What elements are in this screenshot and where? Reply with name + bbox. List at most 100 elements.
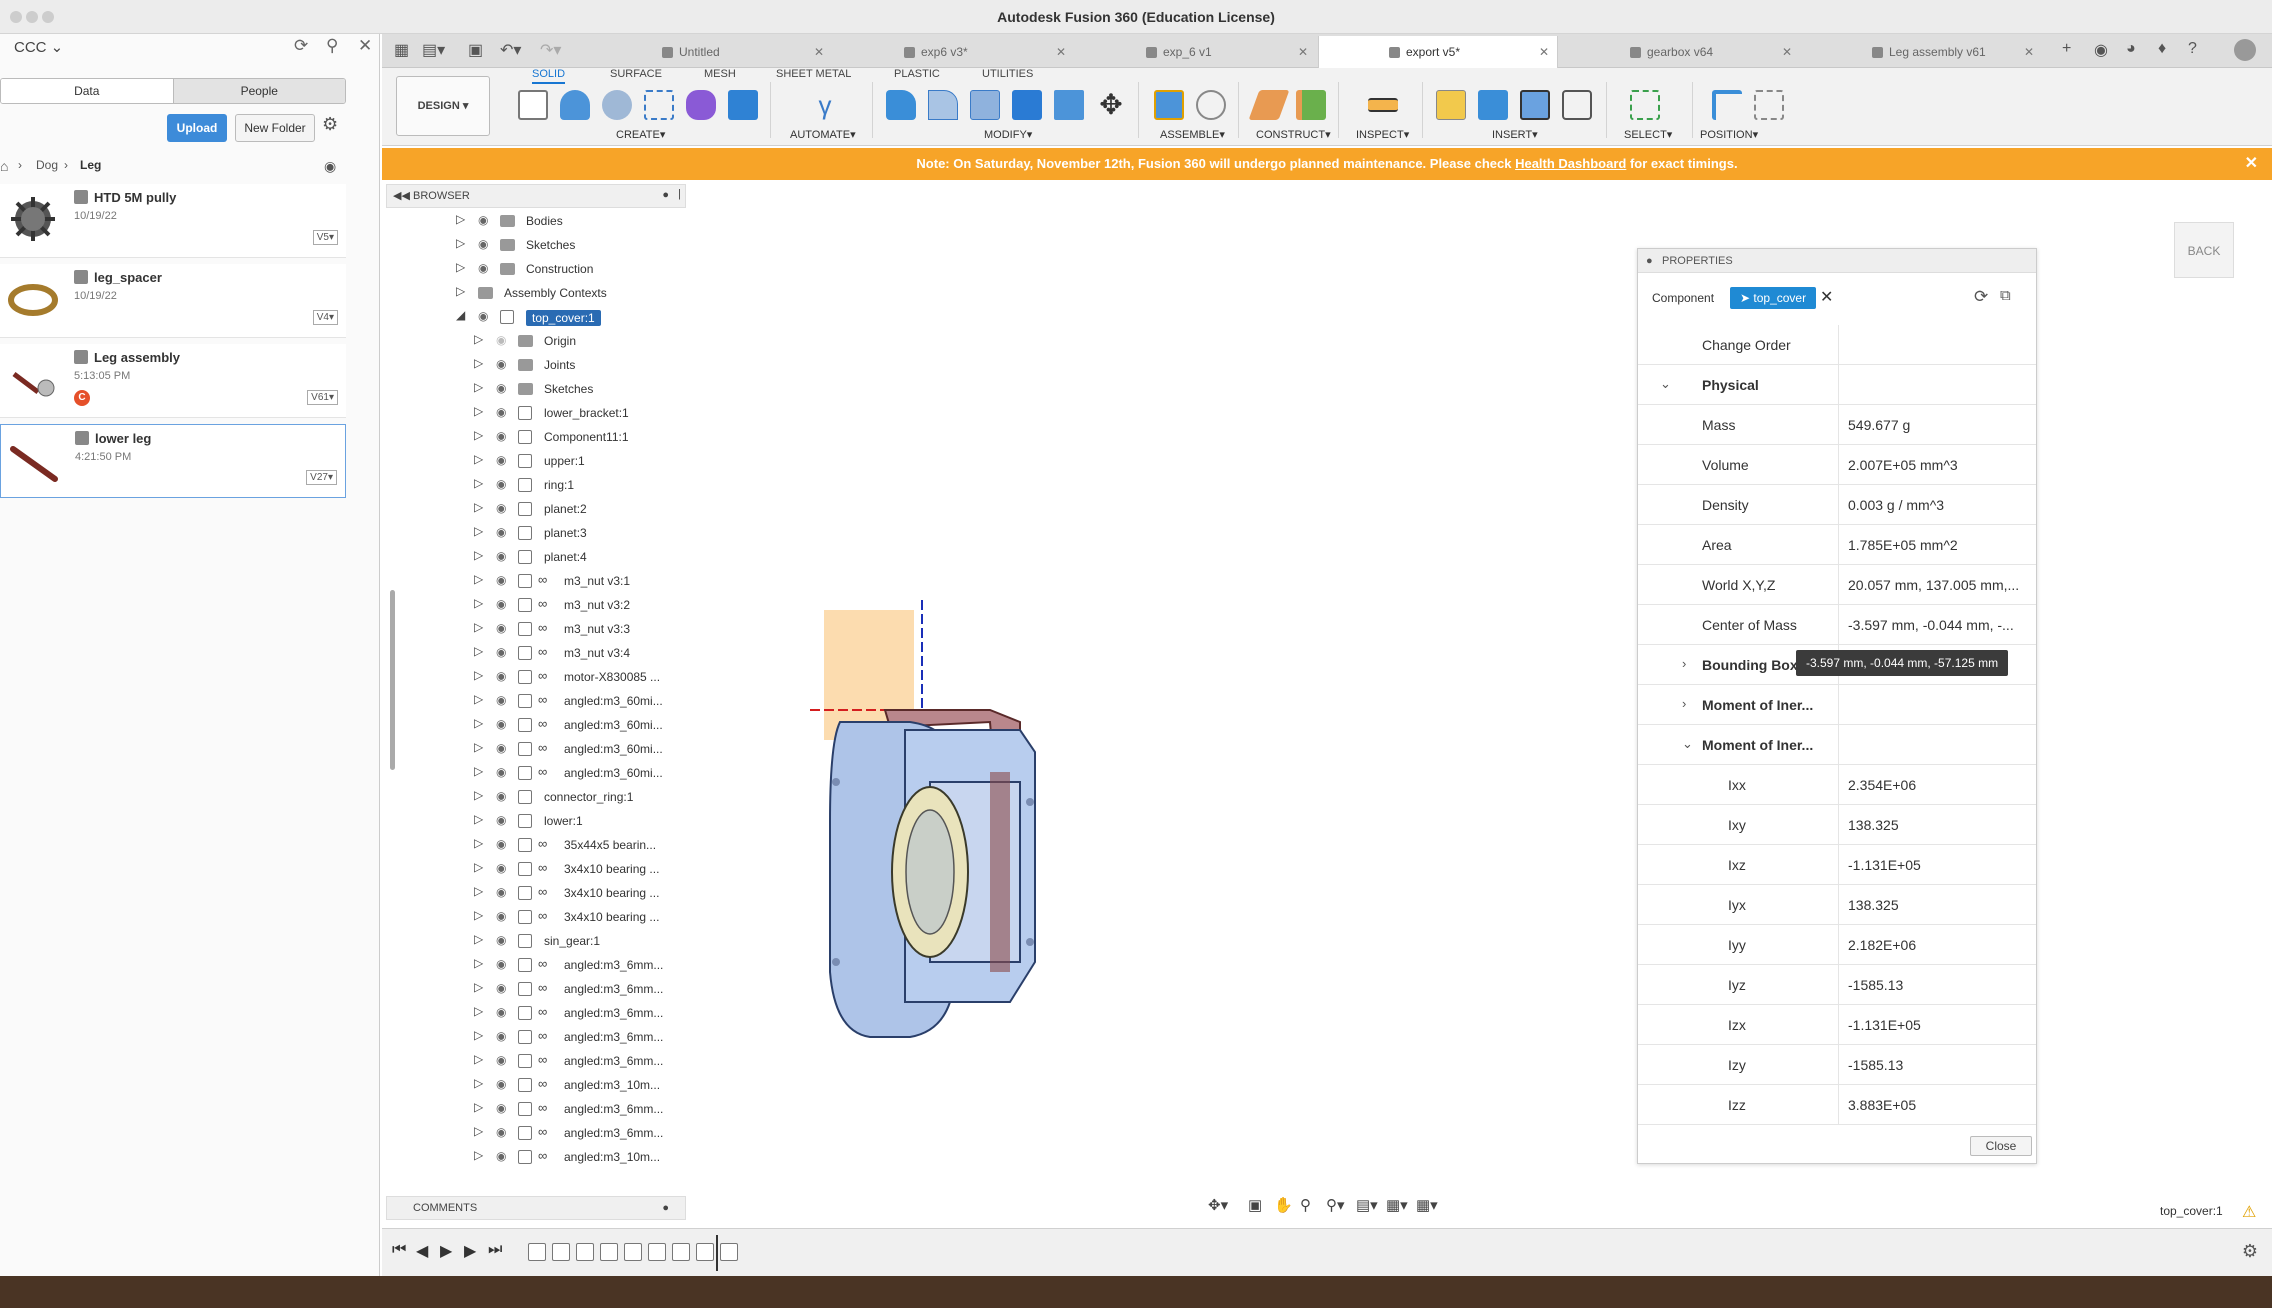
expand-arrow-icon[interactable]: ▷ (474, 932, 483, 946)
box-icon[interactable] (728, 90, 758, 120)
expand-arrow-icon[interactable]: ▷ (474, 596, 483, 610)
browser-node[interactable]: ▷ ◉ ∞ angled:m3_6mm... (474, 1002, 694, 1026)
chevron-right-icon[interactable]: › (1682, 696, 1686, 711)
expand-arrow-icon[interactable]: ▷ (474, 1004, 483, 1018)
zoom-icon[interactable]: ⚲ (1300, 1196, 1311, 1214)
expand-arrow-icon[interactable]: ▷ (474, 500, 483, 514)
browser-node[interactable]: ▷ ◉ Joints (474, 354, 694, 378)
visibility-eye-icon[interactable]: ◉ (496, 957, 506, 971)
insert-canvas-icon[interactable] (1478, 90, 1508, 120)
extrude-icon[interactable] (560, 90, 590, 120)
browser-node[interactable]: ▷ ◉ ∞ angled:m3_6mm... (474, 1122, 694, 1146)
visibility-eye-icon[interactable]: ◉ (496, 981, 506, 995)
close-properties-button[interactable]: Close (1970, 1136, 2032, 1156)
file-item[interactable]: lower leg 4:21:50 PM V27▾ (0, 424, 346, 498)
visibility-eye-icon[interactable]: ◉ (496, 669, 506, 683)
visibility-eye-icon[interactable]: ◉ (496, 1029, 506, 1043)
expand-arrow-icon[interactable]: ▷ (474, 836, 483, 850)
visibility-eye-icon[interactable]: ◉ (496, 717, 506, 731)
browser-node[interactable]: ◢ ◉ top_cover:1 (456, 306, 676, 330)
expand-arrow-icon[interactable]: ▷ (474, 332, 483, 346)
timeline-feature[interactable] (528, 1243, 546, 1261)
tab-untitled[interactable]: Untitled ✕ (592, 36, 832, 68)
property-row[interactable]: ⌄ Physical (1638, 365, 2036, 405)
expand-arrow-icon[interactable]: ▷ (474, 1100, 483, 1114)
browser-node[interactable]: ▷ ◉ ∞ angled:m3_6mm... (474, 1098, 694, 1122)
assemble-menu[interactable]: ASSEMBLE▾ (1160, 128, 1225, 141)
pin-icon[interactable]: | (678, 188, 681, 200)
tab-gearbox-v64[interactable]: gearbox v64 ✕ (1560, 36, 1800, 68)
close-tab-icon[interactable]: ✕ (2024, 36, 2034, 68)
help-icon[interactable]: ? (2188, 40, 2197, 58)
browser-node[interactable]: ▷ ◉ Construction (456, 258, 676, 282)
browser-node[interactable]: ▷ ◉ Origin (474, 330, 694, 354)
browser-node[interactable]: ▷ ◉ Component11:1 (474, 426, 694, 450)
browser-node[interactable]: ▷ ◉ Bodies (456, 210, 676, 234)
browser-node[interactable]: ▷ ◉ ∞ angled:m3_60mi... (474, 738, 694, 762)
timeline-marker[interactable] (716, 1235, 718, 1271)
joint-icon[interactable] (1196, 90, 1226, 120)
home-icon[interactable]: ⌂ (0, 158, 8, 174)
browser-node[interactable]: ▷ ◉ ∞ 3x4x10 bearing ... (474, 858, 694, 882)
press-pull-icon[interactable] (886, 90, 916, 120)
browser-node[interactable]: ▷ ◉ ring:1 (474, 474, 694, 498)
breadcrumb-dog[interactable]: Dog (36, 158, 58, 172)
measure-icon[interactable] (1368, 98, 1398, 112)
expand-arrow-icon[interactable]: ▷ (474, 668, 483, 682)
gear-icon[interactable]: ⚙ (2242, 1241, 2258, 1262)
timeline-feature[interactable] (648, 1243, 666, 1261)
expand-arrow-icon[interactable]: ▷ (474, 1124, 483, 1138)
tab-plastic[interactable]: PLASTIC (894, 68, 940, 80)
file-item[interactable]: Leg assembly 5:13:05 PM C V61▾ (0, 344, 346, 418)
visibility-eye-icon[interactable]: ◉ (496, 933, 506, 947)
browser-node[interactable]: ▷ ◉ planet:3 (474, 522, 694, 546)
chamfer-icon[interactable] (970, 90, 1000, 120)
model-view[interactable] (690, 182, 1640, 1182)
expand-arrow-icon[interactable]: ▷ (474, 572, 483, 586)
browser-node[interactable]: ▷ ◉ ∞ angled:m3_6mm... (474, 954, 694, 978)
tab-utilities[interactable]: UTILITIES (982, 68, 1033, 80)
warning-icon[interactable]: ⚠ (2242, 1202, 2256, 1222)
minus-circle-icon[interactable]: ● (662, 189, 669, 201)
expand-arrow-icon[interactable]: ▷ (474, 356, 483, 370)
collapse-browser-icon[interactable]: ◀◀ (393, 189, 410, 202)
job-status-icon[interactable]: ◕ (2126, 40, 2136, 58)
visibility-eye-icon[interactable]: ◉ (496, 429, 506, 443)
expand-arrow-icon[interactable]: ▷ (456, 284, 465, 298)
tab-sheet-metal[interactable]: SHEET METAL (776, 68, 851, 80)
clear-selection-icon[interactable]: ✕ (1820, 287, 1833, 307)
expand-arrow-icon[interactable]: ▷ (456, 212, 465, 226)
visibility-eye-icon[interactable]: ◉ (496, 765, 506, 779)
visibility-eye-icon[interactable]: ◉ (496, 573, 506, 587)
expand-arrow-icon[interactable]: ▷ (474, 716, 483, 730)
property-row[interactable]: ⌄ Moment of Iner... (1638, 725, 2036, 765)
browser-node[interactable]: ▷ ◉ sin_gear:1 (474, 930, 694, 954)
new-tab-icon[interactable]: + (2062, 40, 2071, 58)
visibility-eye-icon[interactable]: ◉ (478, 309, 488, 323)
expand-arrow-icon[interactable]: ▷ (474, 620, 483, 634)
orbit-icon[interactable]: ✥▾ (1208, 1196, 1228, 1214)
timeline-feature[interactable] (624, 1243, 642, 1261)
globe-icon[interactable]: ◉ (324, 158, 336, 175)
expand-arrow-icon[interactable]: ▷ (474, 884, 483, 898)
browser-node[interactable]: ▷ ◉ ∞ angled:m3_60mi... (474, 762, 694, 786)
expand-arrow-icon[interactable]: ▷ (474, 740, 483, 754)
tab-people[interactable]: People (173, 79, 345, 103)
construct-menu[interactable]: CONSTRUCT▾ (1256, 128, 1331, 141)
expand-arrow-icon[interactable]: ▷ (474, 1028, 483, 1042)
expand-arrow-icon[interactable]: ▷ (474, 980, 483, 994)
browser-node[interactable]: ▷ Assembly Contexts (456, 282, 676, 306)
timeline-feature[interactable] (552, 1243, 570, 1261)
visibility-eye-icon[interactable]: ◉ (496, 1005, 506, 1019)
viewports-icon[interactable]: ▦▾ (1416, 1196, 1438, 1214)
visibility-eye-icon[interactable]: ◉ (496, 813, 506, 827)
version-badge[interactable]: V27▾ (306, 470, 337, 485)
visibility-eye-icon[interactable]: ◉ (496, 381, 506, 395)
expand-arrow-icon[interactable]: ▷ (474, 812, 483, 826)
browser-node[interactable]: ▷ ◉ ∞ m3_nut v3:3 (474, 618, 694, 642)
browser-node[interactable]: ▷ ◉ connector_ring:1 (474, 786, 694, 810)
visibility-eye-icon[interactable]: ◉ (496, 909, 506, 923)
expand-arrow-icon[interactable]: ▷ (456, 236, 465, 250)
comments-panel[interactable]: COMMENTS ● (386, 1196, 686, 1220)
grid-settings-icon[interactable]: ▦▾ (1386, 1196, 1408, 1214)
